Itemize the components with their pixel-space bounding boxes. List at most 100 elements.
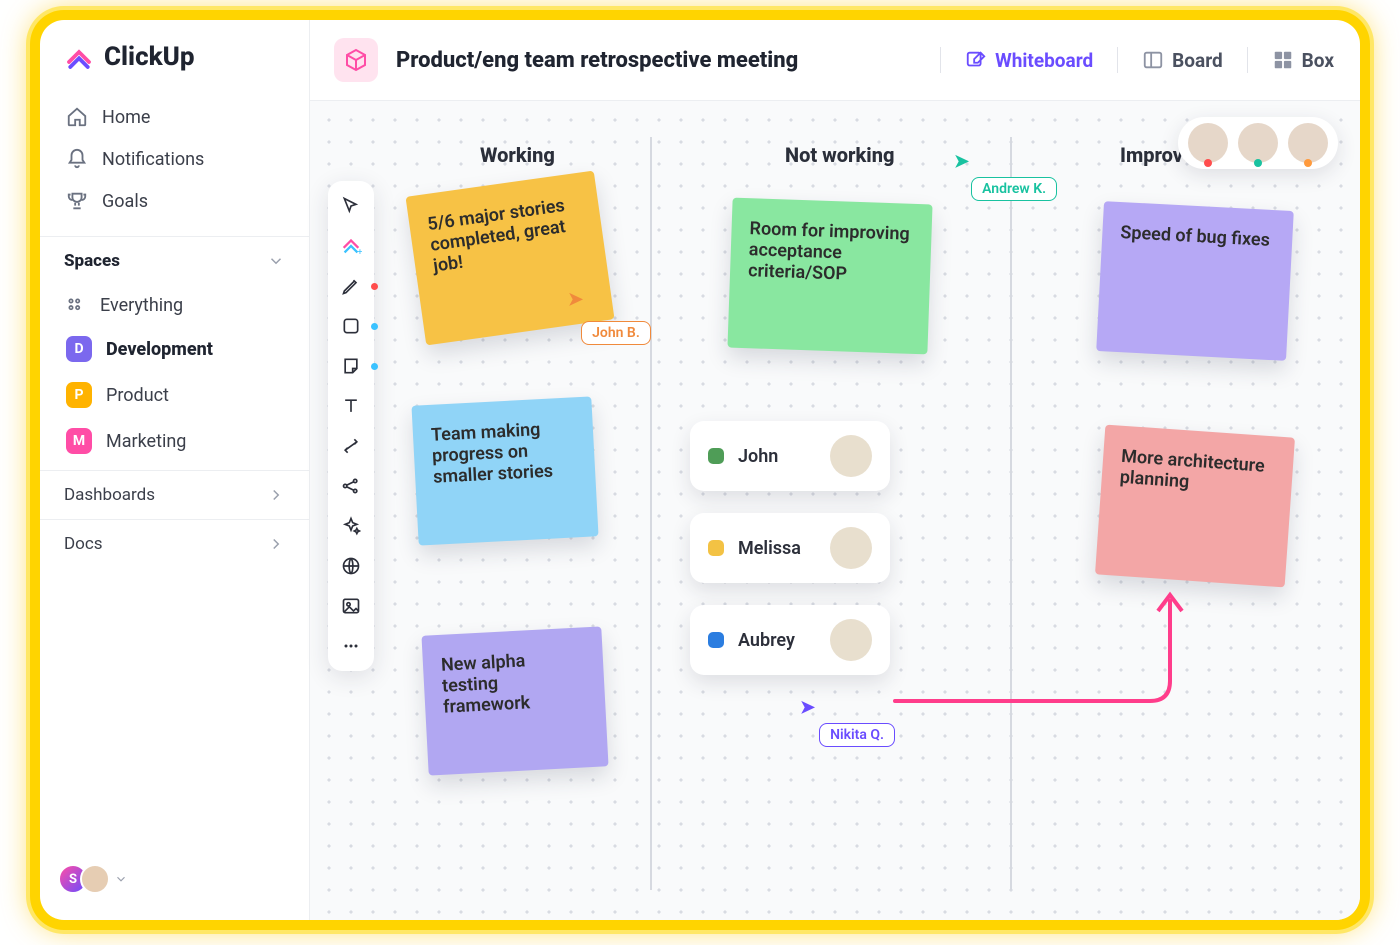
primary-nav: Home Notifications Goals bbox=[40, 90, 309, 228]
column-divider bbox=[1010, 137, 1012, 890]
connector-icon bbox=[341, 436, 361, 456]
sticky-note[interactable]: New alpha testing framework bbox=[421, 626, 608, 775]
grid-dots-icon bbox=[66, 296, 86, 316]
sticky-note[interactable]: Room for improving acceptance criteria/S… bbox=[727, 198, 932, 355]
globe-icon bbox=[341, 556, 361, 576]
space-label: Development bbox=[106, 339, 213, 360]
space-development[interactable]: D Development bbox=[52, 326, 297, 372]
space-product[interactable]: P Product bbox=[52, 372, 297, 418]
chevron-down-icon bbox=[114, 872, 128, 886]
tool-cursor[interactable] bbox=[338, 193, 364, 219]
sticky-note[interactable]: Speed of bug fixes bbox=[1096, 201, 1294, 361]
cursor-label: Nikita Q. bbox=[819, 723, 895, 747]
person-card[interactable]: Aubrey bbox=[690, 605, 890, 675]
sparkle-icon bbox=[341, 516, 361, 536]
view-label: Box bbox=[1302, 49, 1334, 72]
remote-cursor-john: ➤ John B. bbox=[568, 293, 651, 345]
spaces-header[interactable]: Spaces bbox=[40, 236, 309, 279]
nav-home-label: Home bbox=[102, 107, 150, 128]
status-square bbox=[708, 632, 724, 648]
presence-avatar[interactable] bbox=[1288, 123, 1328, 163]
sidebar-footer[interactable]: S bbox=[40, 852, 309, 906]
sticky-text: 5/6 major stories completed, great job! bbox=[426, 195, 567, 277]
tool-web[interactable] bbox=[338, 553, 364, 579]
more-icon bbox=[341, 636, 361, 656]
status-square bbox=[708, 540, 724, 556]
tool-share[interactable] bbox=[338, 473, 364, 499]
box-grid-icon bbox=[1272, 49, 1294, 71]
whiteboard-toolbar: + bbox=[328, 181, 374, 671]
view-board[interactable]: Board bbox=[1140, 45, 1225, 76]
whiteboard-canvas[interactable]: Working Not working Improve .presence .p… bbox=[310, 101, 1360, 920]
column-header-notworking: Not working bbox=[785, 143, 894, 167]
divider bbox=[940, 47, 941, 73]
cursor-label: Andrew K. bbox=[971, 177, 1057, 201]
box-icon bbox=[344, 48, 368, 72]
nav-notifications[interactable]: Notifications bbox=[52, 138, 297, 180]
nav-notifications-label: Notifications bbox=[102, 149, 204, 170]
color-dot bbox=[371, 323, 378, 330]
tool-pen[interactable] bbox=[338, 273, 364, 299]
topbar: Product/eng team retrospective meeting W… bbox=[310, 20, 1360, 101]
person-card[interactable]: Melissa bbox=[690, 513, 890, 583]
person-name: Melissa bbox=[738, 538, 801, 559]
connector-arrow[interactable] bbox=[890, 581, 1210, 721]
nav-goals[interactable]: Goals bbox=[52, 180, 297, 222]
cursor-icon bbox=[341, 196, 361, 216]
column-header-working: Working bbox=[480, 143, 555, 167]
tool-ai[interactable] bbox=[338, 513, 364, 539]
user-avatar-photo bbox=[80, 864, 110, 894]
tool-text[interactable] bbox=[338, 393, 364, 419]
view-tabs: Whiteboard Board Box bbox=[940, 45, 1336, 76]
tool-image[interactable] bbox=[338, 593, 364, 619]
page-title: Product/eng team retrospective meeting bbox=[396, 48, 798, 73]
page-icon[interactable] bbox=[334, 38, 378, 82]
nav-docs[interactable]: Docs bbox=[40, 519, 309, 568]
nav-everything[interactable]: Everything bbox=[52, 285, 297, 326]
sticky-note[interactable]: More architecture planning bbox=[1095, 425, 1295, 588]
column-divider bbox=[650, 137, 652, 890]
brand-logo[interactable]: ClickUp bbox=[40, 42, 309, 90]
sticky-text: Team making progress on smaller stories bbox=[430, 419, 553, 488]
nav-dashboards[interactable]: Dashboards bbox=[40, 470, 309, 519]
tool-more[interactable] bbox=[338, 633, 364, 659]
sticky-note[interactable]: Team making progress on smaller stories bbox=[411, 396, 598, 545]
presence-avatar[interactable] bbox=[1188, 123, 1228, 163]
nav-home[interactable]: Home bbox=[52, 96, 297, 138]
divider bbox=[1247, 47, 1248, 73]
chevron-down-icon bbox=[267, 252, 285, 270]
view-whiteboard[interactable]: Whiteboard bbox=[963, 45, 1095, 76]
share-nodes-icon bbox=[341, 476, 361, 496]
nav-goals-label: Goals bbox=[102, 191, 148, 212]
remote-cursor-andrew: ➤ Andrew K. bbox=[954, 155, 1057, 201]
chevron-right-icon bbox=[267, 535, 285, 553]
person-card[interactable]: John bbox=[690, 421, 890, 491]
tool-clickup-plus[interactable]: + bbox=[338, 233, 364, 259]
person-name: Aubrey bbox=[738, 630, 795, 651]
space-badge: D bbox=[66, 336, 92, 362]
space-badge: M bbox=[66, 428, 92, 454]
avatar bbox=[830, 435, 872, 477]
bell-icon bbox=[66, 148, 88, 170]
nav-dashboards-label: Dashboards bbox=[64, 485, 155, 505]
presence-avatars[interactable] bbox=[1178, 117, 1338, 169]
text-icon bbox=[341, 396, 361, 416]
chevron-right-icon bbox=[267, 486, 285, 504]
view-box[interactable]: Box bbox=[1270, 45, 1336, 76]
space-marketing[interactable]: M Marketing bbox=[52, 418, 297, 464]
cursor-arrow-icon: ➤ bbox=[800, 699, 815, 717]
clickup-logo-icon bbox=[64, 42, 94, 72]
status-square bbox=[708, 448, 724, 464]
whiteboard-icon bbox=[965, 49, 987, 71]
color-dot bbox=[371, 283, 378, 290]
divider bbox=[1117, 47, 1118, 73]
view-label: Whiteboard bbox=[995, 49, 1093, 72]
space-label: Marketing bbox=[106, 431, 186, 452]
tool-shape[interactable] bbox=[338, 313, 364, 339]
avatar bbox=[830, 619, 872, 661]
presence-avatar[interactable] bbox=[1238, 123, 1278, 163]
spaces-list: Everything D Development P Product M Mar… bbox=[40, 279, 309, 470]
cursor-arrow-icon: ➤ bbox=[568, 291, 583, 309]
tool-connector[interactable] bbox=[338, 433, 364, 459]
tool-sticky[interactable] bbox=[338, 353, 364, 379]
